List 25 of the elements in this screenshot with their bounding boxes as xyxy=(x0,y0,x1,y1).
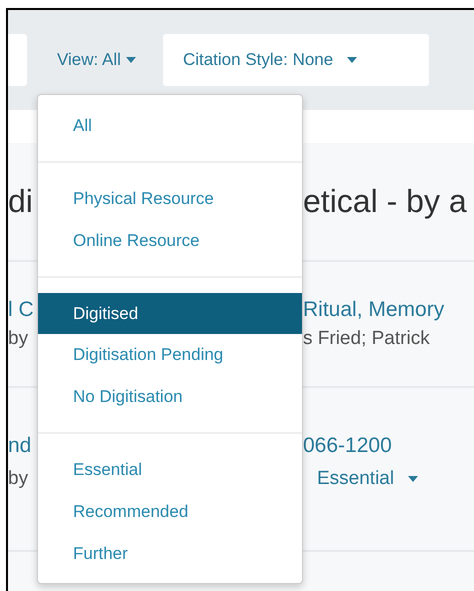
menu-item[interactable]: Physical Resource xyxy=(38,178,302,220)
item-title-link[interactable]: nd xyxy=(8,434,32,458)
item-title-link[interactable]: 066-1200 xyxy=(303,434,392,458)
menu-item[interactable]: Digitisation Pending xyxy=(38,334,302,376)
caret-icon xyxy=(126,57,136,63)
citation-style-dropdown[interactable]: Citation Style: None xyxy=(162,34,429,86)
menu-item[interactable]: All xyxy=(38,105,302,147)
item-byline: s Fried; Patrick xyxy=(303,328,430,350)
menu-item[interactable]: No Digitisation xyxy=(38,376,302,418)
list-heading: etical - by a xyxy=(303,183,467,220)
importance-dropdown[interactable]: Essential xyxy=(317,464,418,494)
menu-item[interactable]: Recommended xyxy=(38,491,302,533)
search-field[interactable] xyxy=(8,34,27,86)
list-heading: di xyxy=(8,183,33,220)
item-title-link[interactable]: Ritual, Memory xyxy=(303,298,444,322)
caret-icon xyxy=(347,57,358,63)
menu-item[interactable]: Online Resource xyxy=(38,220,302,262)
item-byline: by xyxy=(8,468,28,490)
item-title-link[interactable]: l C xyxy=(8,298,34,322)
menu-item[interactable]: Digitised xyxy=(38,293,302,334)
menu-item[interactable]: Further xyxy=(38,533,302,575)
item-byline: by xyxy=(8,328,28,350)
caret-icon xyxy=(408,476,418,482)
menu-item[interactable]: Essential xyxy=(38,449,302,491)
view-filter-dropdown[interactable]: View: All xyxy=(57,46,136,74)
